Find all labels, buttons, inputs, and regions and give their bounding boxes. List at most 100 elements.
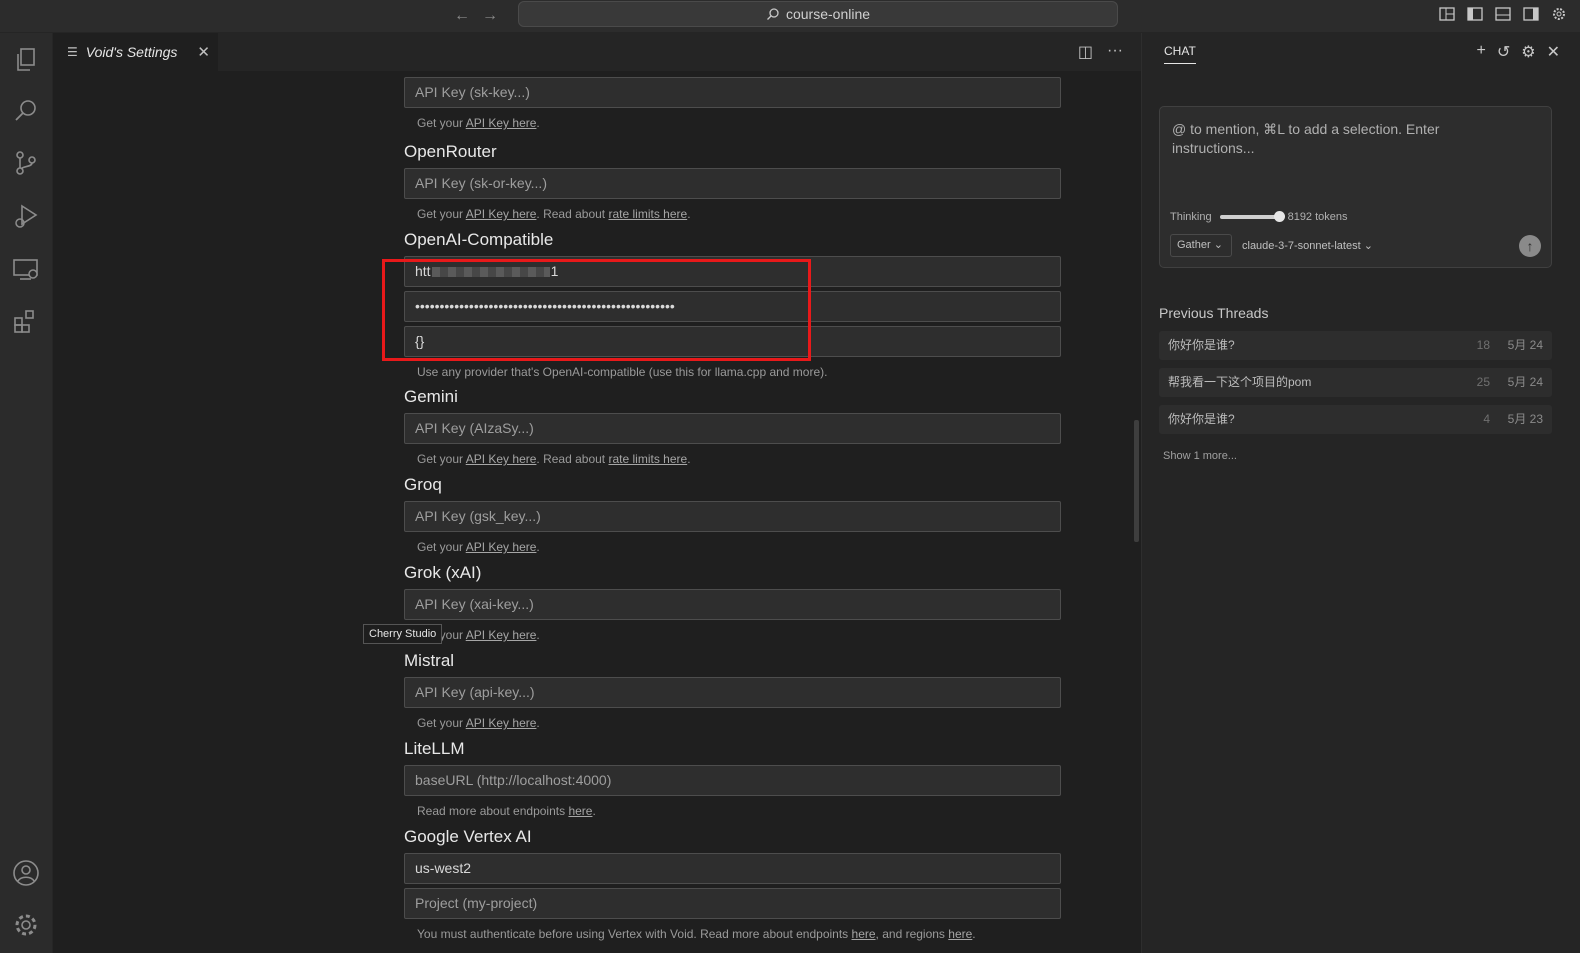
close-icon[interactable]: ✕ [1547,42,1560,62]
chat-panel: CHAT + ↺ ⚙ ✕ @ to mention, ⌘L to add a s… [1141,33,1580,953]
account-icon[interactable] [11,858,41,888]
note-text: . [536,116,540,130]
customize-layout-icon[interactable] [1438,5,1456,23]
scrollbar[interactable] [1134,420,1139,542]
provider-section: Groq API Key (gsk_key...) Get your API Key… [404,475,1061,556]
toggle-primary-sidebar-icon[interactable] [1466,5,1484,23]
note-text: . [972,927,976,941]
provider-note: Use any provider that's OpenAI-compatibl… [417,365,1061,381]
search-icon[interactable] [11,96,41,126]
thread-date: 5月 24 [1507,338,1543,352]
note-text: . [687,452,691,466]
explorer-icon[interactable] [11,45,41,75]
source-control-icon[interactable] [11,148,41,178]
forward-button[interactable]: → [480,6,500,26]
thread-item[interactable]: 你好你是谁? 4 5月 23 [1159,405,1552,434]
tab-voids-settings[interactable]: ☰ Void's Settings ✕ [53,33,218,71]
provider-input[interactable]: API Key (api-key...) [404,677,1061,708]
note-link[interactable]: rate limits here [608,207,687,221]
previous-threads-heading: Previous Threads [1159,305,1269,321]
back-button[interactable]: ← [452,6,472,26]
note-text: , and regions [875,927,949,941]
note-text: . Read about [536,207,609,221]
chevron-down-icon: ⌄ [1363,240,1373,252]
note-text: . [536,540,540,554]
thread-title: 你好你是谁? [1168,412,1235,426]
send-button[interactable]: ↑ [1519,235,1541,257]
settings-gear-icon[interactable] [1550,5,1568,23]
manage-gear-icon[interactable] [11,910,41,940]
provider-input[interactable]: API Key (AIzaSy...) [404,413,1061,444]
input-value: API Key (xai-key...) [415,596,534,612]
thinking-slider[interactable] [1219,211,1285,222]
toggle-secondary-sidebar-icon[interactable] [1522,5,1540,23]
mode-dropdown[interactable]: Gather ⌄ [1170,234,1232,257]
provider-input[interactable]: API Key (sk-key...) [404,77,1061,108]
model-dropdown[interactable]: claude-3-7-sonnet-latest ⌄ [1242,239,1373,252]
close-icon[interactable]: ✕ [197,43,210,61]
provider-title: LiteLLM [404,739,465,758]
history-icon[interactable]: ↺ [1497,42,1510,62]
provider-section: OpenRouter API Key (sk-or-key...) Get your… [404,142,1061,223]
extensions-icon[interactable] [11,306,41,336]
note-text: . [687,207,691,221]
thread-title: 你好你是谁? [1168,338,1235,352]
chat-tab[interactable]: CHAT [1164,44,1196,64]
provider-input[interactable]: API Key (sk-or-key...) [404,168,1061,199]
activity-bar [0,33,53,953]
provider-title: Grok (xAI) [404,563,482,582]
provider-title: OpenRouter [404,142,497,161]
note-link[interactable]: API Key here [466,207,537,221]
note-link[interactable]: API Key here [466,116,537,130]
settings-icon[interactable]: ⚙ [1521,42,1535,62]
note-text: Get your [417,116,466,130]
settings-list-icon: ☰ [67,45,78,59]
tooltip: Cherry Studio [363,624,443,644]
thread-item[interactable]: 帮我看一下这个项目的pom 25 5月 24 [1159,368,1552,397]
remote-explorer-icon[interactable] [11,254,41,284]
provider-input[interactable]: us-west2 [404,853,1061,884]
note-link[interactable]: rate limits here [608,452,687,466]
note-link[interactable]: API Key here [466,716,537,730]
note-link[interactable]: API Key here [466,628,537,642]
provider-note: You must authenticate before using Verte… [417,927,1061,943]
show-more-link[interactable]: Show 1 more... [1163,450,1237,462]
note-text: . [536,716,540,730]
provider-input[interactable]: baseURL (http://localhost:4000) [404,765,1061,796]
command-center-search[interactable]: course-online [518,1,1118,27]
provider-section: Google Vertex AI us-west2 Project (my-proj… [404,827,1061,943]
mode-value: Gather [1177,239,1211,251]
note-link[interactable]: here [948,927,972,941]
note-link[interactable]: here [568,804,592,818]
note-link[interactable]: here [852,927,876,941]
toggle-panel-icon[interactable] [1494,5,1512,23]
thread-date: 5月 24 [1507,375,1543,389]
new-chat-icon[interactable]: + [1477,42,1486,62]
note-text: . [536,628,540,642]
more-actions-icon[interactable]: ··· [1107,42,1123,62]
slider-knob[interactable] [1273,211,1285,222]
provider-note: Get your API Key here. Read about rate l… [417,452,1061,468]
note-link[interactable]: API Key here [466,540,537,554]
split-editor-icon[interactable]: ◫ [1078,42,1093,62]
tab-bar: ☰ Void's Settings ✕ ◫ ··· [53,33,1141,71]
note-text: Get your [417,452,466,466]
note-text: You must authenticate before using Verte… [417,927,852,941]
provider-input[interactable]: API Key (xai-key...) [404,589,1061,620]
run-debug-icon[interactable] [11,201,41,231]
provider-note: Get your API Key here. [417,116,1061,132]
note-text: Get your [417,716,466,730]
provider-title: DeepSeek [404,71,1061,73]
input-value: baseURL (http://localhost:4000) [415,772,612,788]
provider-input[interactable]: Project (my-project) [404,888,1061,919]
provider-section: Grok (xAI) API Key (xai-key...) Get your A… [404,563,1061,644]
thread-item[interactable]: 你好你是谁? 18 5月 24 [1159,331,1552,360]
provider-title: OpenAI-Compatible [404,230,554,249]
title-bar: ← → course-online [0,0,1580,33]
chat-input[interactable]: @ to mention, ⌘L to add a selection. Ent… [1172,120,1502,158]
provider-input[interactable]: API Key (gsk_key...) [404,501,1061,532]
chat-input-box[interactable]: @ to mention, ⌘L to add a selection. Ent… [1159,106,1552,268]
note-link[interactable]: API Key here [466,452,537,466]
tab-title: Void's Settings [85,44,178,60]
note-text: Get your [417,207,466,221]
